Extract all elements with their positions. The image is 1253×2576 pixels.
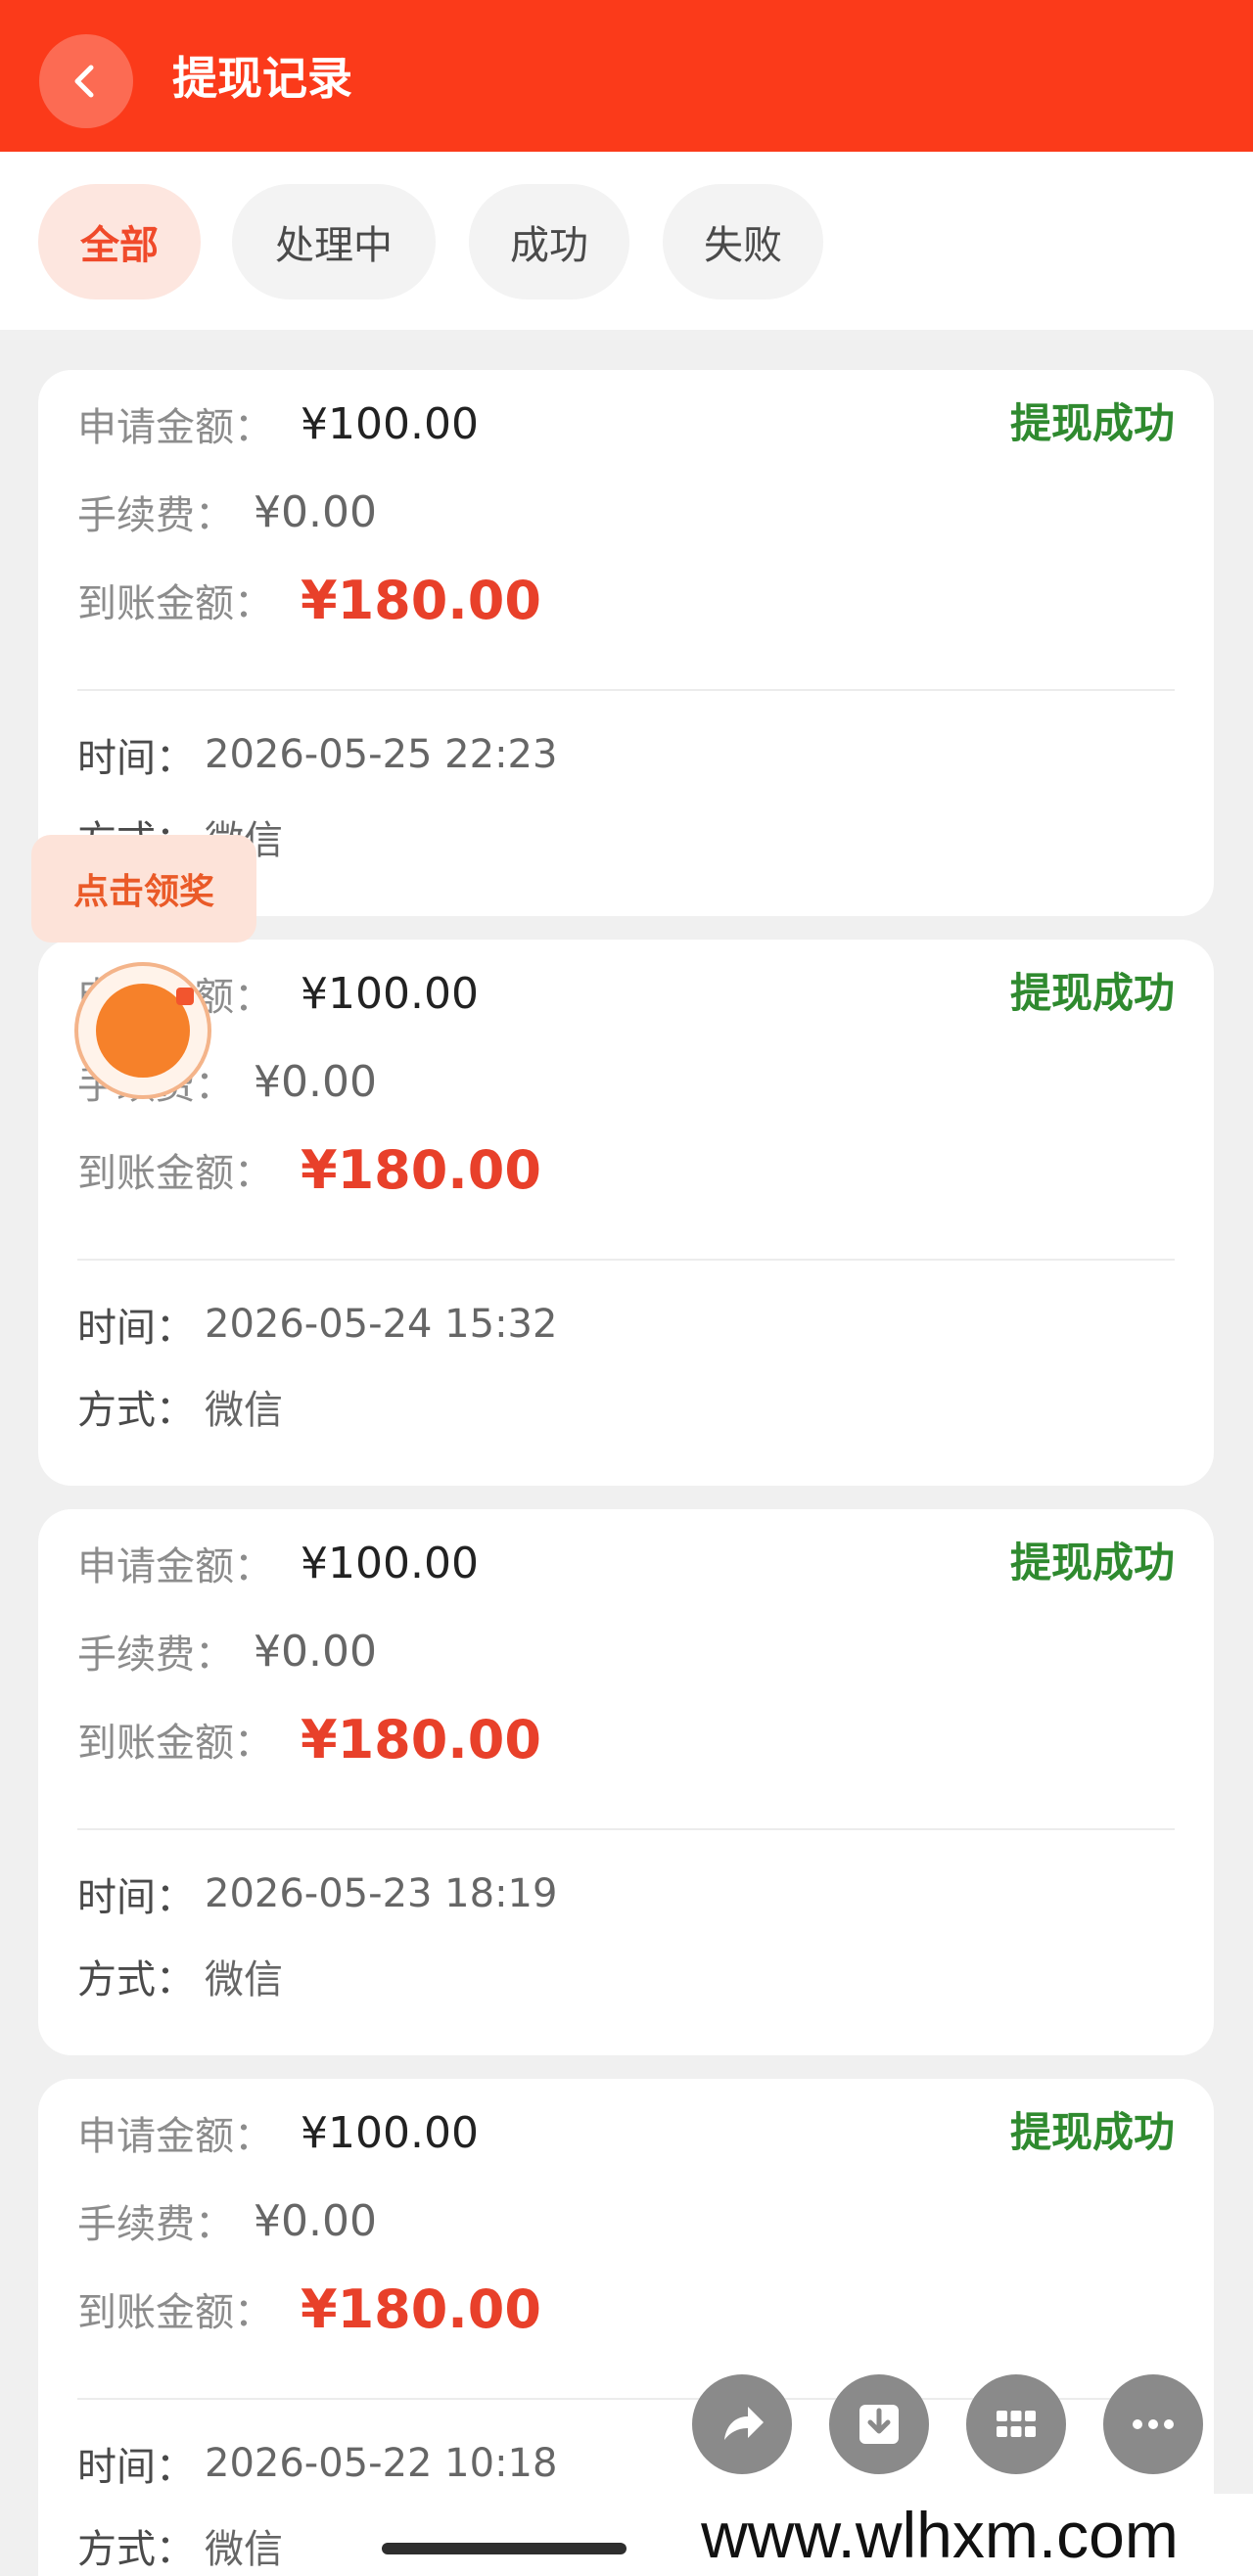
method-label: 方式： [77, 2527, 195, 2572]
received-amount-label: 到账金额： [77, 1721, 273, 1766]
chevron-left-icon [74, 65, 94, 98]
received-amount-row: 到账金额： ¥180.00 [77, 1705, 541, 1773]
tab-all[interactable]: 全部 [38, 184, 201, 299]
status-badge: 提现成功 [1009, 399, 1175, 447]
apply-amount-label: 申请金额： [77, 2114, 273, 2159]
apply-amount-value: ¥100.00 [301, 1538, 479, 1588]
apply-amount-row: 申请金额： ¥100.00 [77, 1529, 479, 1597]
home-indicator[interactable] [382, 2543, 626, 2554]
divider [77, 1828, 1175, 1830]
method-row: 方式： 微信 [77, 2511, 283, 2576]
received-amount-value: ¥180.00 [301, 1708, 541, 1771]
watermark: www.wlhxm.com [626, 2494, 1253, 2576]
time-label: 时间： [77, 1875, 195, 1920]
tab-failed[interactable]: 失败 [663, 184, 823, 299]
received-amount-label: 到账金额： [77, 1151, 273, 1196]
received-amount-value: ¥180.00 [301, 569, 541, 631]
apply-amount-row: 申请金额： ¥100.00 [77, 390, 479, 458]
claim-reward-button[interactable]: 点击领奖 [31, 835, 256, 943]
time-value: 2026-05-23 18:19 [205, 1871, 558, 1916]
apply-amount-label: 申请金额： [77, 405, 273, 450]
grid-icon [997, 2411, 1036, 2437]
fee-label: 手续费： [77, 2202, 234, 2247]
apply-amount-value: ¥100.00 [301, 398, 479, 449]
fee-value: ¥0.00 [254, 486, 377, 537]
divider [77, 689, 1175, 691]
apply-amount-value: ¥100.00 [301, 2107, 479, 2158]
method-label: 方式： [77, 1388, 195, 1433]
time-label: 时间： [77, 736, 195, 781]
download-button[interactable] [829, 2374, 929, 2474]
back-button[interactable] [39, 34, 133, 128]
share-icon [724, 2407, 764, 2440]
method-value: 微信 [205, 2527, 283, 2572]
more-button[interactable] [1103, 2374, 1203, 2474]
received-amount-row: 到账金额： ¥180.00 [77, 2275, 541, 2343]
reward-orb-icon[interactable] [74, 962, 211, 1099]
time-row: 时间： 2026-05-22 10:18 [77, 2429, 557, 2498]
time-row: 时间： 2026-05-24 15:32 [77, 1290, 557, 1358]
withdraw-record-card[interactable]: 申请金额： ¥100.00 提现成功 手续费： ¥0.00 到账金额： ¥180… [38, 940, 1214, 1486]
apply-amount-value: ¥100.00 [301, 968, 479, 1019]
apps-button[interactable] [966, 2374, 1066, 2474]
apply-amount-row: 申请金额： ¥100.00 [77, 2098, 479, 2167]
status-badge: 提现成功 [1009, 2108, 1175, 2156]
fee-value: ¥0.00 [254, 2195, 377, 2246]
status-badge: 提现成功 [1009, 1539, 1175, 1587]
received-amount-value: ¥180.00 [301, 2277, 541, 2340]
received-amount-row: 到账金额： ¥180.00 [77, 1135, 541, 1204]
received-amount-row: 到账金额： ¥180.00 [77, 566, 541, 634]
fee-row: 手续费： ¥0.00 [77, 2186, 377, 2255]
fee-label: 手续费： [77, 493, 234, 538]
withdraw-record-card[interactable]: 申请金额： ¥100.00 提现成功 手续费： ¥0.00 到账金额： ¥180… [38, 1509, 1214, 2055]
fee-value: ¥0.00 [254, 1626, 377, 1677]
status-badge: 提现成功 [1009, 969, 1175, 1017]
time-value: 2026-05-25 22:23 [205, 732, 558, 777]
divider [77, 1259, 1175, 1261]
tab-success[interactable]: 成功 [469, 184, 629, 299]
filter-tabs: 全部 处理中 成功 失败 [0, 152, 1253, 330]
time-row: 时间： 2026-05-25 22:23 [77, 720, 557, 789]
time-row: 时间： 2026-05-23 18:19 [77, 1860, 557, 1928]
time-label: 时间： [77, 2445, 195, 2490]
method-value: 微信 [205, 1388, 283, 1433]
received-amount-label: 到账金额： [77, 2290, 273, 2335]
fee-label: 手续费： [77, 1633, 234, 1678]
time-value: 2026-05-22 10:18 [205, 2441, 558, 2486]
share-button[interactable] [692, 2374, 792, 2474]
notification-dot [176, 988, 194, 1005]
fee-row: 手续费： ¥0.00 [77, 1617, 377, 1685]
time-value: 2026-05-24 15:32 [205, 1302, 558, 1347]
apply-amount-label: 申请金额： [77, 1544, 273, 1589]
fee-row: 手续费： ¥0.00 [77, 478, 377, 546]
method-row: 方式： 微信 [77, 1942, 283, 2010]
received-amount-label: 到账金额： [77, 581, 273, 626]
method-label: 方式： [77, 1957, 195, 2002]
method-value: 微信 [205, 1957, 283, 2002]
top-bar: 提现记录 [0, 0, 1253, 152]
page-title: 提现记录 [172, 52, 352, 105]
method-row: 方式： 微信 [77, 1372, 283, 1441]
received-amount-value: ¥180.00 [301, 1138, 541, 1201]
tab-processing[interactable]: 处理中 [232, 184, 436, 299]
time-label: 时间： [77, 1306, 195, 1351]
download-icon [859, 2405, 899, 2444]
more-icon [1133, 2419, 1174, 2429]
fee-value: ¥0.00 [254, 1056, 377, 1107]
